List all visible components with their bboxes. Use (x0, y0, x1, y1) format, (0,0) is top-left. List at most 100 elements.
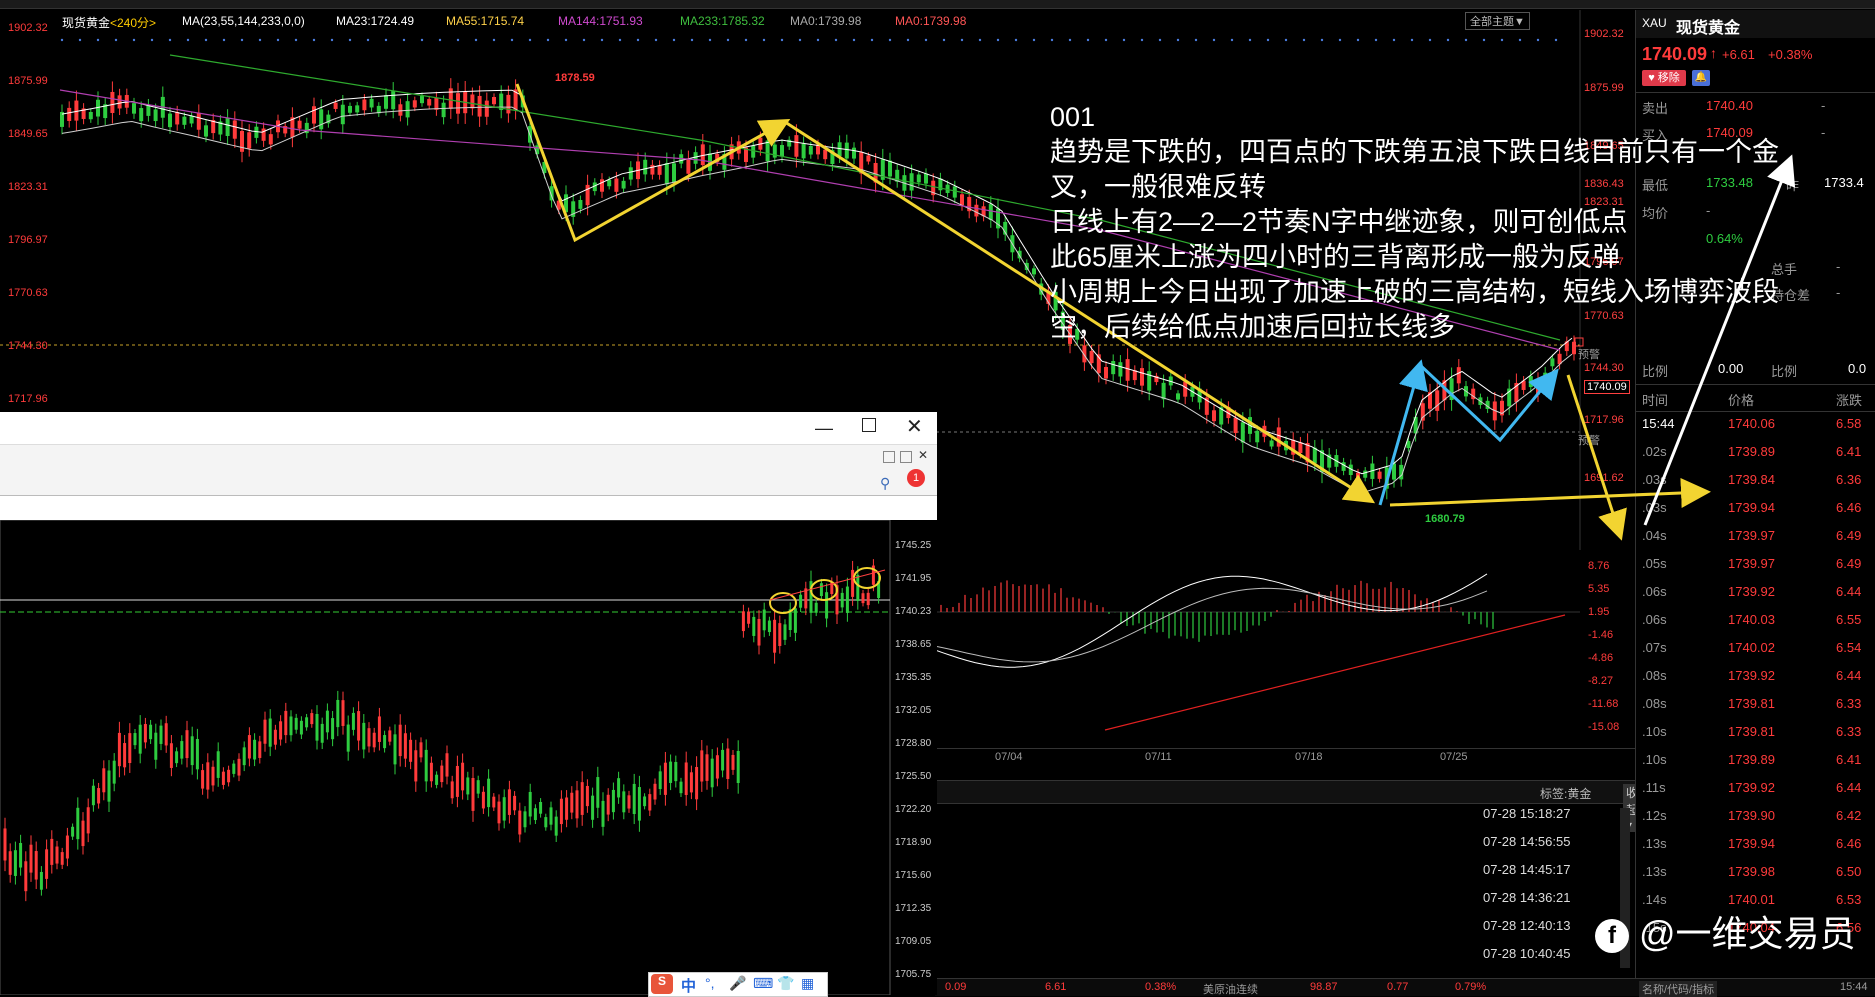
popup-candle-chart[interactable]: 1745.25 1741.95 1740.23 1738.65 1735.35 1732.… (0, 520, 937, 995)
candle-body (367, 728, 371, 747)
signal-dot (474, 38, 478, 42)
candle-body (91, 785, 95, 806)
candle-body (102, 768, 106, 793)
candle-body (310, 713, 314, 725)
candle-body (420, 96, 424, 104)
candle-body (585, 184, 590, 206)
candle-body (88, 111, 93, 120)
candle-body (621, 180, 626, 189)
candle-body (39, 871, 43, 890)
popup-axis-tick: 1722.20 (895, 804, 932, 815)
popup-toolbar: ✕ ⚲ 1 (0, 444, 937, 496)
candle-body (461, 762, 465, 791)
news-item[interactable]: 07-28 14:56:55 (1483, 834, 1570, 849)
candle-body (564, 194, 568, 213)
ime-toolbar[interactable]: S 中 °, 🎤 ⌨ 👕 ▦ (648, 972, 828, 997)
tick-row: .07s 1740.02 6.54 (1642, 640, 1862, 655)
close-small-icon[interactable]: ✕ (918, 448, 928, 462)
signal-dot (1122, 38, 1126, 42)
candle-body (357, 711, 361, 741)
price-tick: 1796.97 (8, 234, 48, 246)
close-icon[interactable]: ✕ (906, 414, 923, 439)
ratio-label: 比例 (1642, 364, 1669, 379)
candle-body (726, 748, 730, 779)
signal-dot (1320, 38, 1324, 42)
price-tick: 1744.30 (1584, 362, 1624, 374)
bell-icon[interactable]: 🔔 (1692, 70, 1710, 86)
candle-body (823, 149, 828, 160)
candle-body (320, 723, 324, 743)
window-small-icon[interactable] (900, 451, 912, 463)
maximize-icon[interactable] (862, 418, 876, 432)
candle-body (700, 750, 704, 782)
signal-dot (1248, 38, 1252, 42)
remove-watch-button[interactable]: ♥ 移除 (1642, 70, 1686, 86)
candle-body (705, 754, 709, 781)
candle-body (419, 742, 423, 758)
candle-body (502, 797, 506, 821)
candle-body (164, 723, 168, 746)
mic-icon[interactable]: 🎤 (729, 975, 746, 992)
candle-body (117, 732, 121, 767)
signal-dot (222, 38, 226, 42)
ime-lang[interactable]: 中 (681, 975, 696, 996)
candle-body (794, 135, 799, 157)
signal-dot (114, 38, 118, 42)
candle-body (289, 716, 293, 736)
candle-body (3, 828, 7, 861)
tick-row: .02s 1739.89 6.41 (1642, 444, 1862, 459)
keyboard-icon[interactable]: ⌨ (753, 975, 773, 992)
candle-body (1269, 440, 1274, 447)
candle-body (189, 116, 194, 124)
candle-body (722, 154, 727, 170)
notification-badge[interactable]: 1 (907, 469, 925, 487)
skin-icon[interactable]: 👕 (777, 975, 794, 992)
candle-body (663, 762, 667, 795)
candle-body (455, 765, 459, 797)
restore-small-icon[interactable] (883, 451, 895, 463)
candle-body (388, 730, 392, 742)
alert-label[interactable]: 预警 (1578, 346, 1600, 362)
candle-body (1161, 382, 1166, 400)
candle-body (117, 95, 122, 109)
minimize-icon[interactable]: — (815, 418, 833, 439)
candle-body (284, 710, 288, 736)
news-item[interactable]: 07-28 14:36:21 (1483, 890, 1570, 905)
macd-tick: -11.68 (1588, 698, 1619, 710)
candle-body (492, 97, 496, 105)
candle-body (1435, 390, 1440, 411)
toolbox-icon[interactable]: ▦ (801, 975, 814, 992)
tick-row: .10s 1739.81 6.33 (1642, 724, 1862, 739)
news-item[interactable]: 07-28 12:40:13 (1483, 918, 1570, 933)
sogou-icon: S (651, 974, 673, 994)
candle-body (585, 785, 589, 807)
news-item[interactable]: 07-28 10:40:45 (1483, 946, 1570, 961)
candle-body (8, 851, 12, 875)
popup-axis-tick: 1715.60 (895, 870, 932, 881)
signal-dot (384, 38, 388, 42)
alert-label[interactable]: 预警 (1578, 432, 1600, 448)
candle-body (97, 788, 101, 804)
price-tick: 1823.31 (8, 181, 48, 193)
annotation-line: 日线上有2—2—2节奏N字中继迹象，则可创低点 (1050, 207, 1628, 237)
candle-body (24, 861, 28, 892)
tick-row: .03s 1739.84 6.36 (1642, 472, 1862, 487)
signal-dot (960, 38, 964, 42)
punct-icon[interactable]: °, (705, 975, 715, 991)
candle-body (825, 592, 829, 619)
candle-body (1147, 371, 1152, 391)
candle-body (29, 844, 33, 873)
signal-dot (330, 38, 334, 42)
news-item[interactable]: 07-28 14:45:17 (1483, 862, 1570, 877)
date-tick: 07/11 (1145, 751, 1172, 763)
candle-body (351, 712, 355, 730)
popup-axis-tick: 1741.95 (895, 573, 932, 584)
candle-body (440, 765, 444, 783)
news-item[interactable]: 07-28 15:18:27 (1483, 806, 1570, 821)
news-tag[interactable]: 标签:黄金 (1540, 785, 1591, 802)
candle-body (149, 724, 153, 740)
signal-dot (258, 38, 262, 42)
magnifier-icon[interactable]: ⚲ (880, 475, 890, 492)
signal-dot (744, 38, 748, 42)
signal-dot (906, 38, 910, 42)
